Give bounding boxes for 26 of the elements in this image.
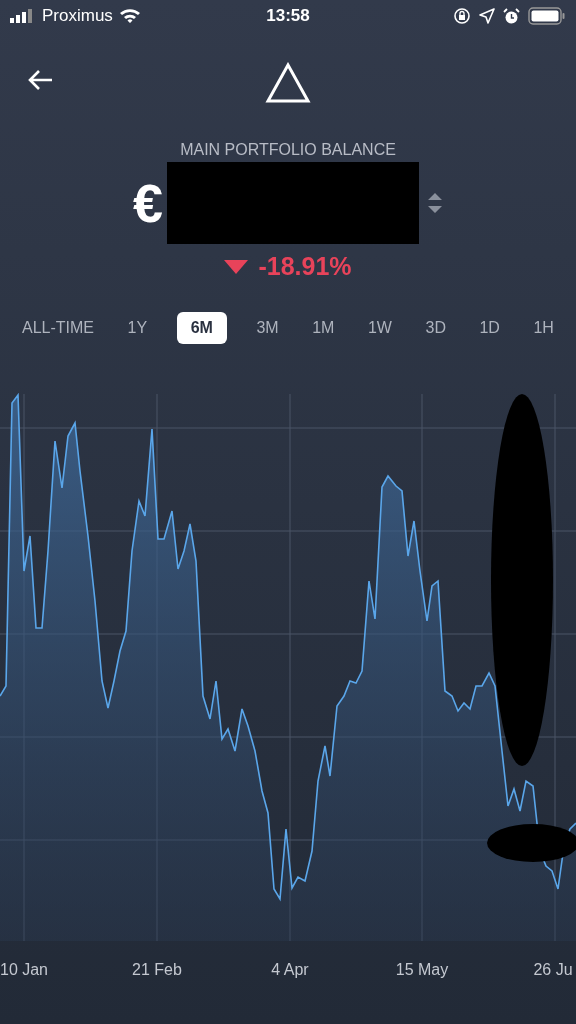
range-tab[interactable]: 1Y — [123, 311, 152, 344]
location-icon — [479, 8, 495, 24]
triangle-logo-icon — [265, 62, 311, 104]
x-axis-label: 15 May — [395, 959, 449, 980]
x-axis-label: 10 Jan — [0, 959, 48, 980]
range-tab[interactable]: 3M — [252, 311, 283, 344]
wifi-icon — [118, 8, 141, 24]
x-axis-label: 4 Apr — [271, 959, 309, 980]
sort-icon — [427, 192, 443, 214]
x-axis-label: 26 Ju — [533, 959, 573, 980]
range-tab[interactable]: 1M — [308, 311, 339, 344]
x-axis-label: 21 Feb — [132, 959, 182, 980]
currency-symbol: € — [132, 176, 163, 230]
rotation-lock-icon — [453, 7, 471, 25]
range-tab[interactable]: 3D — [421, 311, 450, 344]
battery-icon — [528, 7, 566, 25]
range-tab[interactable]: 1W — [363, 311, 396, 344]
range-tab[interactable]: 1D — [475, 311, 504, 344]
carrier-name: Proximus — [42, 5, 113, 28]
range-tab[interactable]: ALL-TIME — [18, 311, 98, 344]
range-tab[interactable]: 1H — [529, 311, 558, 344]
status-time: 13:58 — [266, 5, 310, 28]
range-tab[interactable]: 6M — [176, 311, 227, 344]
balance-label: MAIN PORTFOLIO BALANCE — [180, 140, 396, 160]
alarm-icon — [503, 7, 520, 25]
change-percent: -18.91% — [258, 251, 352, 282]
